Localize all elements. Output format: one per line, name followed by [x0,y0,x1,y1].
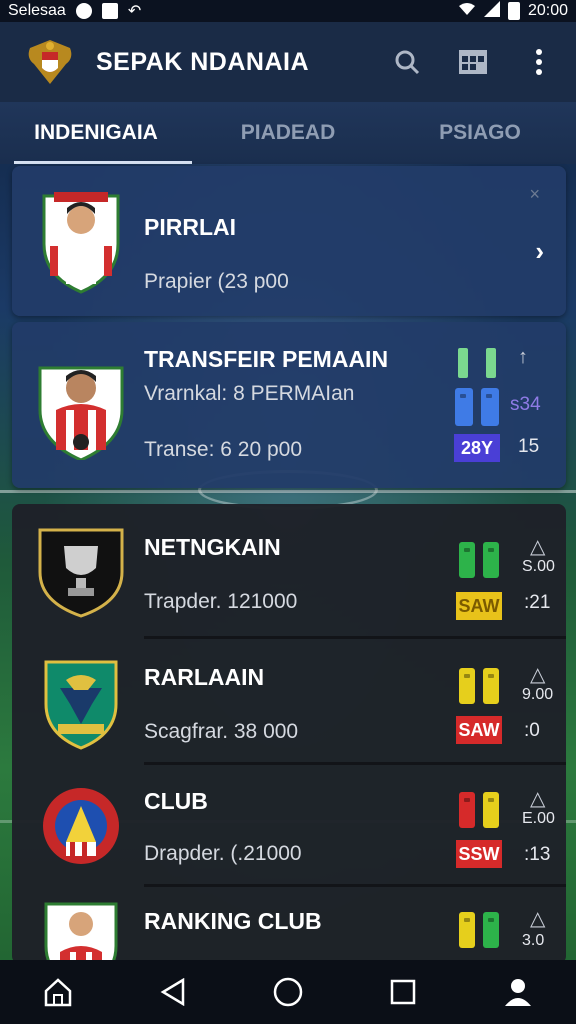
carrier-text: Selesaa [8,2,66,19]
club-stats: SAW [456,542,502,620]
wifi-icon [458,2,476,21]
club-badge: SAW [456,592,502,620]
profile-icon[interactable] [498,972,538,1012]
tab-indonesia[interactable]: INDENIGAIA [0,102,192,164]
club-stats: SSW [456,792,502,868]
club-side: 3.0 [522,932,545,949]
stat-pill [483,542,499,578]
stat-bar [486,348,496,378]
club-side: E.00 [522,810,555,827]
stat-pill [459,792,475,828]
app-title: SEPAK NDANAIA [96,47,309,76]
club-list: NETNGKAIN Trapder. 121000 SAW △ S.00 :21… [12,504,566,964]
list-item[interactable]: RANKING CLUB △ 3.0 [12,886,566,964]
transfer-badge: 28Y [454,434,500,462]
transfer-title: TRANSFEIR PEMAAIN [144,346,389,372]
list-item[interactable]: NETNGKAIN Trapder. 121000 SAW △ S.00 :21 [12,504,566,639]
stat-pill [483,912,499,948]
close-icon[interactable]: × [529,184,540,205]
bottom-nav [0,960,576,1024]
club-badge: SSW [456,840,502,868]
club-side: S.00 [522,558,555,575]
transfer-side-text: s34 [510,394,541,415]
club-detail: Drapder. (.21000 [144,842,302,865]
stat-pill [459,668,475,704]
thumb-icon: △ [530,908,546,930]
club-value: :13 [524,844,551,865]
club-stats: SAW [456,668,502,744]
notification-icon [75,3,92,19]
garuda-logo [22,34,78,90]
stat-pill [459,542,475,578]
transfer-crest [36,350,126,462]
signal-icon [483,0,500,22]
divider [144,762,566,765]
message-icon [101,3,118,19]
chevron-right-icon[interactable]: › [535,236,544,267]
club-detail: Scagfrar. 38 000 [144,720,299,743]
home-circle-icon[interactable] [268,972,308,1012]
club-value: :21 [524,592,551,613]
list-item[interactable]: CLUB Drapder. (.21000 SSW △ E.00 :13 [12,766,566,887]
status-time: 20:00 [527,2,568,19]
club-badge: SAW [456,716,502,744]
stat-bar [458,348,468,378]
more-vert-icon[interactable] [524,47,554,77]
club-name: RANKING CLUB [144,908,322,934]
tab-psiago[interactable]: PSIAGO [384,102,576,164]
transfer-card[interactable]: TRANSFEIR PEMAAIN Vrarnkal: 8 PERMAIan T… [12,322,566,488]
calendar-icon[interactable] [458,47,488,77]
transfer-subtitle: Vrarnkal: 8 PERMAIan [144,382,355,405]
transfer-value: 15 [518,436,540,457]
status-bar: Selesaa ↶ 20:00 [0,0,576,22]
arrow-up-icon: ↑ [518,346,528,368]
club-side: 9.00 [522,686,554,703]
sync-icon: ↶ [127,3,142,20]
divider [144,636,566,639]
app-bar: SEPAK NDANAIA [0,22,576,102]
club-crest-red [36,776,126,886]
featured-player-card[interactable]: PIRRLAI Prapier (23 p00 × › [12,166,566,316]
back-icon[interactable] [153,972,193,1012]
player-crest-small [36,896,126,964]
stat-pill [481,388,499,426]
club-detail: Trapder. 121000 [144,590,298,613]
club-value: :0 [524,720,540,741]
stat-bars-top [458,348,496,378]
home-icon[interactable] [38,972,78,1012]
player-detail: Prapier (23 p00 [144,270,289,293]
club-name: NETNGKAIN [144,534,281,560]
stat-pill [459,912,475,948]
stat-bars-mid [455,388,499,426]
club-name: RARLAAIN [144,664,265,690]
battery-icon [507,2,520,20]
transfer-stats: 28Y [454,348,500,462]
list-item[interactable]: RARLAAIN Scagfrar. 38 000 SAW △ 9.00 :0 [12,640,566,765]
transfer-detail: Transe: 6 20 p00 [144,438,302,461]
tab-bar: INDENIGAIA PIADEAD PSIAGO [0,102,576,164]
club-name: CLUB [144,788,208,814]
club-crest-green [36,654,126,764]
stat-pill [483,668,499,704]
search-icon[interactable] [392,47,422,77]
thumb-icon: △ [530,788,546,810]
player-name: PIRRLAI [144,214,236,240]
club-stats [456,912,502,964]
tab-piadead[interactable]: PIADEAD [192,102,384,164]
recent-apps-icon[interactable] [383,972,423,1012]
thumb-icon: △ [530,536,546,558]
player-crest [36,184,126,294]
stat-pill [483,792,499,828]
stat-pill [455,388,473,426]
trophy-crest [36,522,126,632]
thumb-icon: △ [530,664,546,686]
